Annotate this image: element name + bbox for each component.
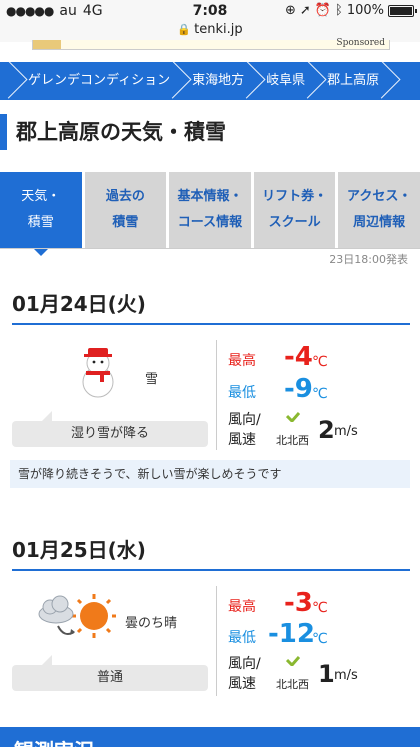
low-value: -9 — [284, 374, 313, 404]
wind-info: 風向/風速 北北西 1 m/s — [228, 654, 418, 694]
condition-bubble: 湿り雪が降る — [12, 411, 208, 447]
breadcrumb-item[interactable]: 岐阜県 — [252, 62, 313, 100]
date-header: 01月24日(火) — [12, 288, 410, 325]
alarm-icon: ⏰ — [314, 3, 332, 18]
wind-unit: m/s — [334, 424, 358, 439]
high-label: 最高 — [228, 599, 256, 615]
bluetooth-icon: ᛒ — [335, 3, 343, 18]
low-label: 最低 — [228, 630, 256, 646]
tab-access[interactable]: アクセス・ 周辺情報 — [338, 172, 420, 248]
wind-info: 風向/風速 北北西 2 m/s — [228, 410, 418, 450]
forecast-comment: 雪が降り続きそうで、新しい雪が楽しめそうです — [10, 460, 410, 488]
status-bar: ●●●●● au 4G 7:08 ⊕ ➚ ⏰ ᛒ 100% — [0, 0, 420, 22]
tab-label-line2: コース情報 — [177, 215, 243, 230]
battery-icon — [388, 4, 417, 17]
observation-section-header: 観測実況 — [0, 727, 420, 747]
wind-direction: 北北西 — [276, 434, 309, 447]
wind-direction: 北北西 — [276, 678, 309, 691]
wind-unit: m/s — [334, 668, 358, 683]
date-header: 01月25日(水) — [12, 534, 410, 571]
breadcrumb-item[interactable]: ゲレンデコンディション — [14, 62, 178, 100]
weather-text: 曇のち晴 — [125, 616, 178, 631]
ad-image — [33, 40, 61, 49]
weather-text: 雪 — [145, 372, 159, 387]
temp-unit: ℃ — [312, 631, 328, 647]
tabs-divider — [0, 248, 420, 249]
cloudy-then-sunny-icon — [38, 594, 116, 638]
tab-label-line2: 積雪 — [112, 215, 139, 230]
divider — [216, 340, 217, 450]
tab-label-line2: 周辺情報 — [353, 215, 406, 230]
tab-label-line2: スクール — [268, 215, 321, 230]
tab-label-line1: 基本情報・ — [177, 189, 243, 204]
condition-bubble: 普通 — [12, 655, 208, 691]
wind-label: 風向/風速 — [228, 654, 261, 694]
tab-label-line2: 積雪 — [27, 215, 54, 230]
temp-unit: ℃ — [312, 386, 328, 402]
wind-label-direction: 風向/ — [228, 656, 261, 672]
breadcrumb-back[interactable] — [0, 62, 14, 100]
section-heading: 観測実況 — [14, 735, 94, 747]
rotation-lock-icon: ⊕ — [285, 3, 296, 18]
temp-unit: ℃ — [312, 600, 328, 616]
low-temp: 最低 -12 ℃ — [228, 619, 418, 651]
divider — [216, 586, 217, 696]
tab-bar: 天気・積雪 過去の積雪 基本情報・コース情報 リフト券・スクール アクセス・周辺… — [0, 172, 420, 256]
tab-weather-snow[interactable]: 天気・ 積雪 — [0, 172, 82, 256]
tab-label-line1: リフト券・ — [262, 189, 328, 204]
sponsored-label: Sponsored — [336, 38, 385, 48]
high-temp: 最高 -3 ℃ — [228, 588, 418, 620]
battery-percent: 100% — [346, 3, 384, 18]
tab-lift-ticket[interactable]: リフト券・ スクール — [253, 172, 336, 248]
high-label: 最高 — [228, 353, 256, 369]
wind-label-direction: 風向/ — [228, 412, 261, 428]
wind-label: 風向/風速 — [228, 410, 261, 450]
location-icon: ➚ — [299, 3, 311, 18]
low-label: 最低 — [228, 385, 256, 401]
wind-label-speed: 風速 — [228, 432, 256, 448]
url-text: tenki.jp — [194, 22, 243, 37]
high-temp: 最高 -4 ℃ — [228, 342, 418, 374]
snowman-icon — [82, 348, 114, 398]
page-title: 郡上高原の天気・積雪 — [0, 112, 226, 152]
low-temp: 最低 -9 ℃ — [228, 374, 418, 406]
tab-label-line1: アクセス・ — [346, 189, 412, 204]
wind-speed: 2 — [318, 416, 335, 444]
wind-arrow-icon — [286, 412, 300, 422]
tab-past-snow[interactable]: 過去の 積雪 — [84, 172, 167, 248]
lock-icon: 🔒 — [177, 23, 192, 36]
wind-label-speed: 風速 — [228, 676, 256, 692]
breadcrumb-item[interactable]: 東海地方 — [178, 62, 252, 100]
tab-basic-info[interactable]: 基本情報・コース情報 — [169, 172, 251, 248]
breadcrumb: ゲレンデコンディション 東海地方 岐阜県 郡上高原 — [0, 62, 420, 100]
ad-banner[interactable]: Sponsored — [32, 38, 390, 50]
wind-speed: 1 — [318, 660, 335, 688]
issued-time: 23日18:00発表 — [329, 253, 408, 266]
high-value: -3 — [284, 588, 313, 618]
low-value: -12 — [268, 619, 315, 649]
tab-label-line1: 過去の — [105, 189, 145, 204]
breadcrumb-item[interactable]: 郡上高原 — [313, 62, 387, 100]
temp-unit: ℃ — [312, 354, 328, 370]
high-value: -4 — [284, 342, 313, 372]
status-right: ⊕ ➚ ⏰ ᛒ 100% — [285, 3, 417, 18]
tab-label-line1: 天気・ — [21, 189, 61, 204]
wind-arrow-icon — [286, 656, 300, 666]
